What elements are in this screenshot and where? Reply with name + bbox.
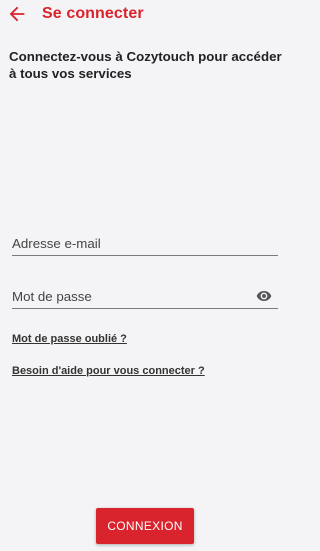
page-title: Se connecter (42, 5, 144, 22)
forgot-password-link[interactable]: Mot de passe oublié ? (12, 333, 127, 345)
arrow-left-icon (9, 6, 25, 22)
intro-text: Connectez-vous à Cozytouch pour accéder … (9, 49, 282, 81)
email-field-container (12, 233, 278, 256)
password-field[interactable] (12, 286, 252, 306)
need-help-link[interactable]: Besoin d'aide pour vous connecter ? (12, 365, 205, 377)
password-field-container (12, 286, 278, 309)
eye-icon (256, 291, 272, 301)
show-password-button[interactable] (254, 288, 274, 304)
email-field[interactable] (12, 233, 252, 253)
connect-button[interactable]: CONNEXION (96, 508, 194, 544)
top-bar: Se connecter (0, 0, 291, 32)
back-button[interactable] (6, 3, 28, 25)
